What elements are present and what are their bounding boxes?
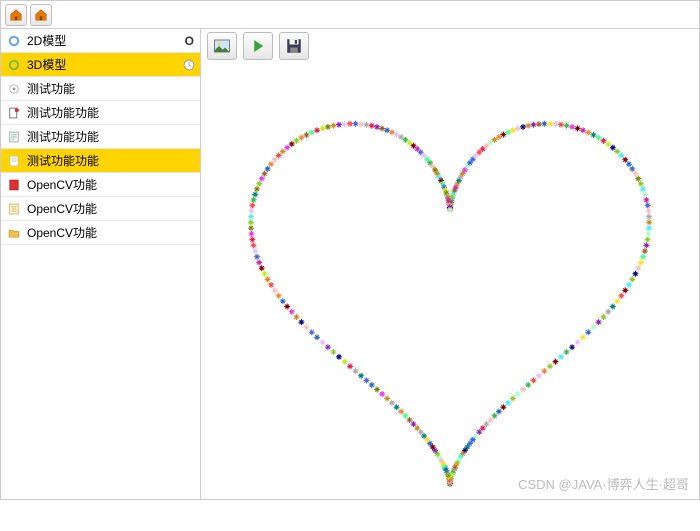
canvas: CSDN @JAVA·博弈人生·超哥 [201,63,699,499]
doc-icon [7,106,21,120]
sidebar-item-label: 3D模型 [27,56,66,73]
heart-plot [201,63,699,531]
gear-green-icon [7,58,21,72]
play-button[interactable] [243,32,273,60]
home-icon [34,8,48,22]
sidebar-item-label: 测试功能功能 [27,128,99,145]
sidebar-item-3d[interactable]: 3D模型 [1,53,200,77]
note-icon [7,130,21,144]
sidebar: 2D模型 O 3D模型 测试功能 测试功能功能 测试功能功能 [1,29,201,499]
top-toolbar [1,1,699,29]
clock-icon [182,58,196,72]
badge-o: O [185,34,194,48]
sidebar-item-label: 2D模型 [27,32,66,49]
page-icon [7,154,21,168]
sheet-icon [7,202,21,216]
save-button[interactable] [279,32,309,60]
sidebar-item-2d[interactable]: 2D模型 O [1,29,200,53]
sidebar-item-label: 测试功能功能 [27,152,99,169]
home-icon [9,8,23,22]
sidebar-item-label: 测试功能功能 [27,104,99,121]
sidebar-item-opencv2[interactable]: OpenCV功能 [1,197,200,221]
home-button-1[interactable] [5,4,27,26]
sidebar-item-label: 测试功能 [27,80,75,97]
play-icon [249,37,267,55]
radio-icon [7,82,21,96]
home-button-2[interactable] [30,4,52,26]
sidebar-item-test1[interactable]: 测试功能 [1,77,200,101]
sidebar-item-opencv3[interactable]: OpenCV功能 [1,221,200,245]
canvas-toolbar [201,29,699,63]
app-window: 2D模型 O 3D模型 测试功能 测试功能功能 测试功能功能 [0,0,700,500]
sidebar-item-label: OpenCV功能 [27,176,97,193]
gear-icon [7,34,21,48]
image-button[interactable] [207,32,237,60]
sidebar-item-test3[interactable]: 测试功能功能 [1,125,200,149]
main-area: 2D模型 O 3D模型 测试功能 测试功能功能 测试功能功能 [1,29,699,499]
book-icon [7,178,21,192]
sidebar-item-opencv1[interactable]: OpenCV功能 [1,173,200,197]
sidebar-item-label: OpenCV功能 [27,224,97,241]
sidebar-item-label: OpenCV功能 [27,200,97,217]
save-icon [285,37,303,55]
folder-icon [7,226,21,240]
sidebar-item-test4[interactable]: 测试功能功能 [1,149,200,173]
image-icon [213,37,231,55]
canvas-area: CSDN @JAVA·博弈人生·超哥 [201,29,699,499]
sidebar-item-test2[interactable]: 测试功能功能 [1,101,200,125]
